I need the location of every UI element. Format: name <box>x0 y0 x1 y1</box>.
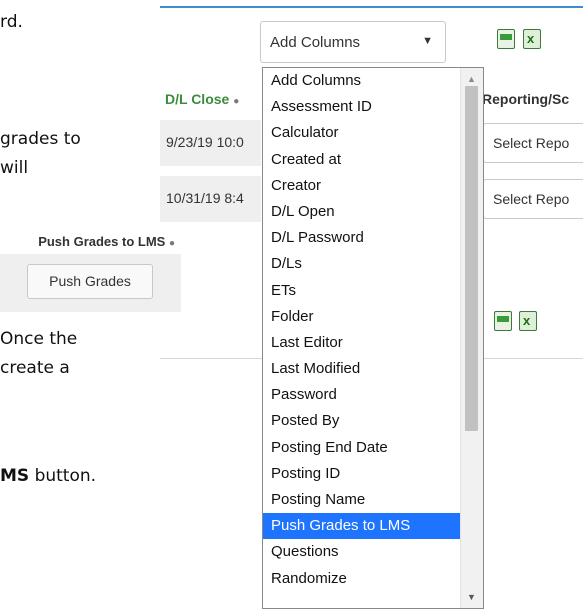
report-select[interactable]: Select Repo <box>483 179 583 219</box>
dropdown-option[interactable]: Password <box>263 382 460 408</box>
add-columns-dropdown-list[interactable]: Add Columns Assessment ID Calculator Create… <box>262 67 484 609</box>
dropdown-option[interactable]: Assessment ID <box>263 94 460 120</box>
csv-export-icon[interactable] <box>494 311 512 331</box>
doc-text-line: create a <box>0 358 70 378</box>
scrollbar-thumb[interactable] <box>465 86 478 431</box>
dropdown-option[interactable]: Calculator <box>263 120 460 146</box>
push-grades-header: Push Grades to LMS ● <box>38 234 175 249</box>
excel-export-icon[interactable] <box>523 29 541 49</box>
reporting-column-header[interactable]: Reporting/Sc <box>482 91 569 107</box>
doc-text-line: Once the <box>0 329 78 349</box>
report-select[interactable]: Select Repo <box>483 123 583 163</box>
report-select-value: Select Repo <box>493 191 570 207</box>
dropdown-option[interactable]: Created at <box>263 147 460 173</box>
excel-export-icon[interactable] <box>519 311 537 331</box>
csv-export-icon[interactable] <box>497 29 515 49</box>
top-divider <box>160 6 583 8</box>
push-grades-panel: Push Grades to LMS ● Push Grades <box>0 230 181 312</box>
dl-close-cell: 9/23/19 10:0 <box>166 134 244 150</box>
scroll-down-arrow-icon[interactable]: ▼ <box>467 592 476 602</box>
reporting-header-label: Reporting/Sc <box>482 91 570 107</box>
dropdown-option[interactable]: Questions <box>263 539 460 565</box>
dropdown-options: Add Columns Assessment ID Calculator Create… <box>263 68 460 592</box>
push-grades-label: Push Grades to LMS <box>38 234 166 249</box>
table-row[interactable]: 9/23/19 10:0 <box>160 120 261 166</box>
dropdown-option[interactable]: Posting ID <box>263 461 460 487</box>
doc-text-line: grades to <box>0 129 81 149</box>
dropdown-option[interactable]: Posted By <box>263 408 460 434</box>
add-columns-value: Add Columns <box>270 34 361 51</box>
table-row[interactable]: 10/31/19 8:4 <box>160 176 261 222</box>
report-select-value: Select Repo <box>493 135 570 151</box>
dl-close-cell: 10/31/19 8:4 <box>166 190 244 206</box>
dl-close-column-header[interactable]: D/L Close ● <box>165 91 239 107</box>
doc-text-line: will <box>0 158 29 178</box>
dropdown-option[interactable]: Add Columns <box>263 68 460 94</box>
dropdown-option[interactable]: Posting End Date <box>263 435 460 461</box>
scroll-up-arrow-icon[interactable]: ▲ <box>467 74 476 84</box>
dropdown-option[interactable]: Randomize <box>263 566 460 592</box>
dropdown-option[interactable]: ETs <box>263 278 460 304</box>
dropdown-option[interactable]: D/L Password <box>263 225 460 251</box>
push-grades-button[interactable]: Push Grades <box>27 264 153 299</box>
dropdown-option[interactable]: Last Editor <box>263 330 460 356</box>
dropdown-option[interactable]: Last Modified <box>263 356 460 382</box>
scrollbar[interactable]: ▲ ▼ <box>460 68 483 608</box>
doc-text-rest: button. <box>29 466 97 486</box>
dropdown-option[interactable]: Folder <box>263 304 460 330</box>
dl-close-header-label: D/L Close <box>165 91 230 107</box>
dropdown-option[interactable]: Creator <box>263 173 460 199</box>
dropdown-option[interactable]: Posting Name <box>263 487 460 513</box>
info-icon: ● <box>168 238 175 249</box>
sort-icon: ● <box>233 96 240 107</box>
dropdown-option[interactable]: D/Ls <box>263 251 460 277</box>
doc-text-line: rd. <box>0 12 23 32</box>
push-grades-cell: Push Grades <box>0 254 181 312</box>
add-columns-select[interactable]: Add Columns ▼ <box>260 21 446 63</box>
dropdown-option[interactable]: Push Grades to LMS <box>263 513 460 540</box>
doc-bold-text: MS <box>0 466 30 486</box>
chevron-down-icon: ▼ <box>422 35 433 47</box>
dropdown-option[interactable]: D/L Open <box>263 199 460 225</box>
doc-text-line: MS button. <box>0 466 96 486</box>
